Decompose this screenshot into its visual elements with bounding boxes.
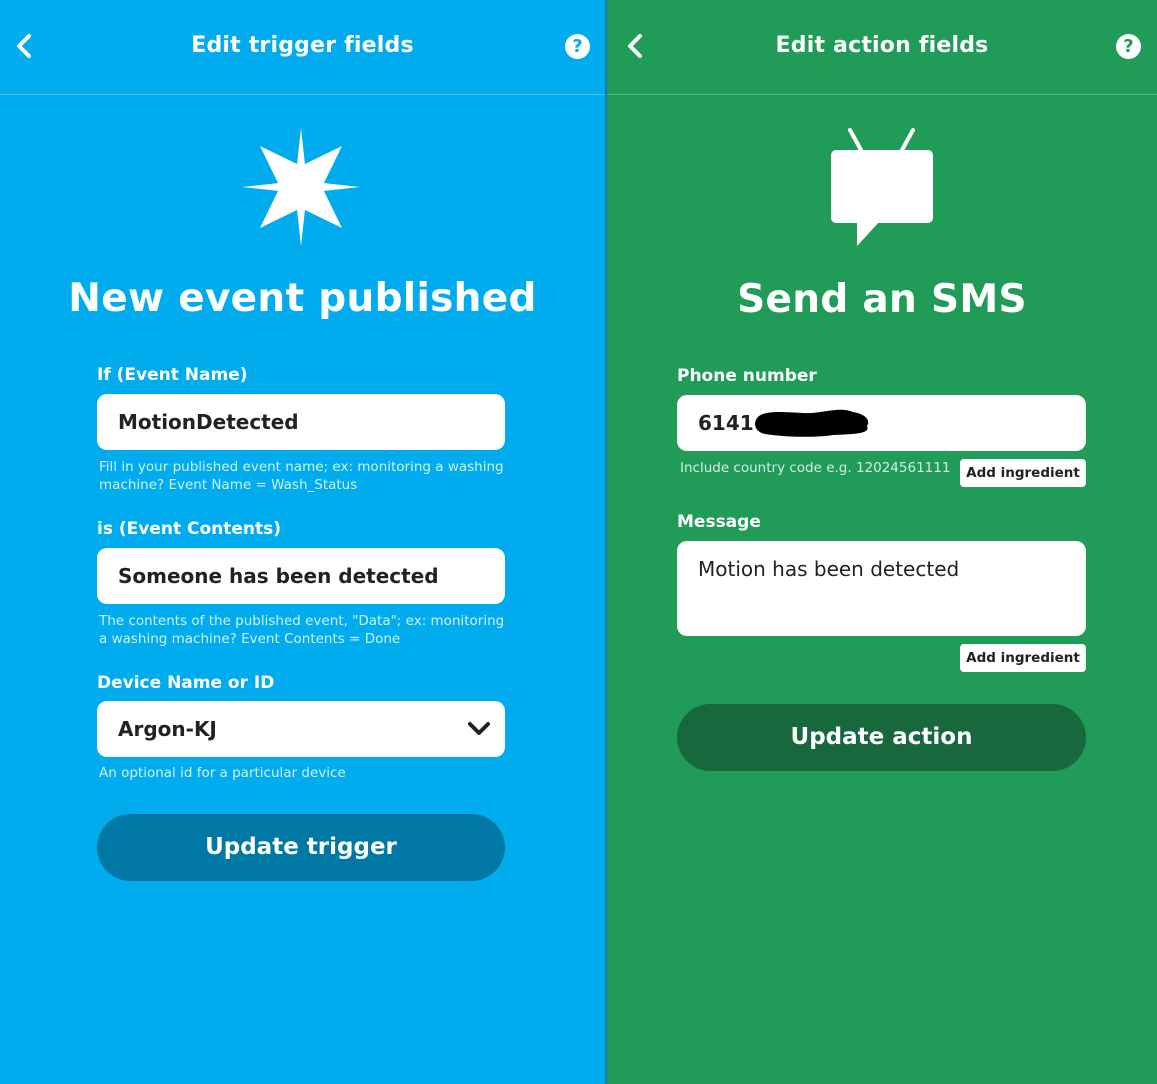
help-icon[interactable]: ? xyxy=(1116,34,1141,59)
action-header: Edit action fields ? xyxy=(607,0,1157,95)
add-ingredient-button[interactable]: Add ingredient xyxy=(960,459,1086,487)
device-name-help: An optional id for a particular device xyxy=(99,765,346,781)
chevron-down-icon xyxy=(468,722,490,735)
phone-number-help: Include country code e.g. 12024561111 xyxy=(680,460,951,476)
add-ingredient-button[interactable]: Add ingredient xyxy=(960,644,1086,672)
service-heading: New event published xyxy=(68,276,537,321)
trigger-header: Edit trigger fields ? xyxy=(0,0,605,95)
device-select[interactable]: Argon-KJ xyxy=(97,701,505,757)
device-name-label: Device Name or ID xyxy=(97,673,275,693)
redaction-mark xyxy=(755,409,869,437)
event-contents-value: Someone has been detected xyxy=(118,564,439,588)
update-trigger-button[interactable]: Update trigger xyxy=(97,814,505,881)
action-panel: Edit action fields ? Send an SMS Phone n… xyxy=(607,0,1157,1084)
service-heading: Send an SMS xyxy=(737,277,1027,322)
phone-number-value: 6141 xyxy=(698,411,754,435)
event-contents-label: is (Event Contents) xyxy=(97,519,282,539)
event-name-input[interactable]: MotionDetected xyxy=(97,394,505,450)
message-value: Motion has been detected xyxy=(698,557,960,581)
phone-number-input[interactable]: 6141 xyxy=(677,395,1086,451)
message-label: Message xyxy=(677,512,761,532)
update-action-button[interactable]: Update action xyxy=(677,704,1086,771)
help-icon[interactable]: ? xyxy=(565,34,590,59)
page-title: Edit action fields xyxy=(775,33,989,58)
phone-number-label: Phone number xyxy=(677,366,817,386)
particle-star-icon xyxy=(242,128,360,246)
page-title: Edit trigger fields xyxy=(191,33,414,58)
event-contents-help: The contents of the published event, "Da… xyxy=(99,613,505,647)
event-name-value: MotionDetected xyxy=(118,410,299,434)
event-contents-input[interactable]: Someone has been detected xyxy=(97,548,505,604)
sms-tv-icon xyxy=(831,128,933,246)
event-name-label: If (Event Name) xyxy=(97,365,248,385)
message-textarea[interactable]: Motion has been detected xyxy=(677,541,1086,636)
event-name-help: Fill in your published event name; ex: m… xyxy=(99,459,504,493)
trigger-panel: Edit trigger fields ? New event publishe… xyxy=(0,0,605,1084)
device-select-value: Argon-KJ xyxy=(118,717,217,741)
